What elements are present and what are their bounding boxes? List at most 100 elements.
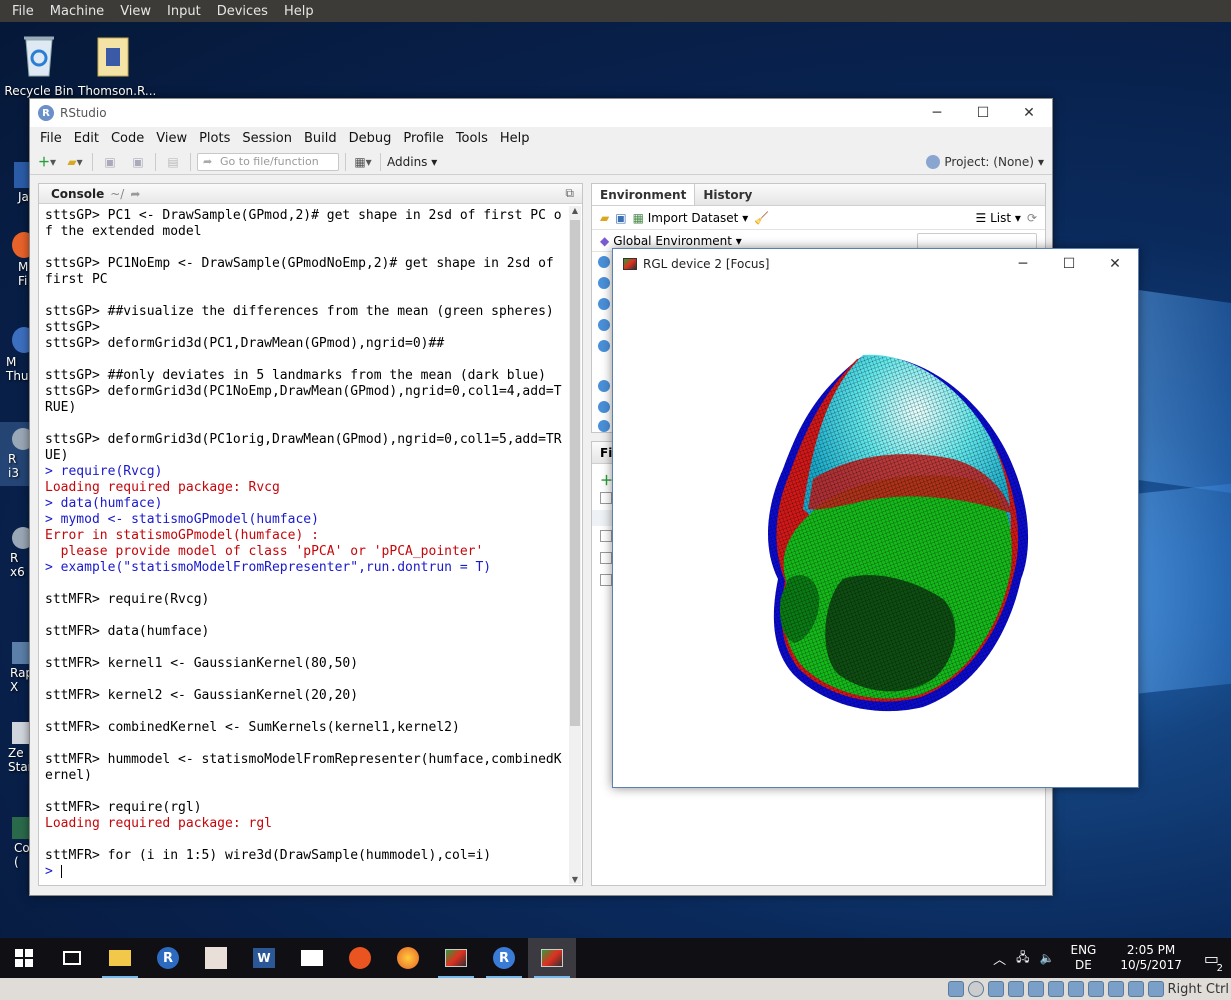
print-icon[interactable]: ▤	[162, 153, 184, 171]
optical-drive-icon[interactable]	[967, 981, 984, 997]
console-output[interactable]: sttsGP> PC1 <- DrawSample(GPmod,2)# get …	[45, 208, 567, 884]
global-environment-menu[interactable]: Global Environment ▾	[613, 234, 742, 248]
file-checkbox[interactable]	[600, 530, 612, 542]
action-center-button[interactable]: ▭ 2	[1196, 949, 1231, 974]
grid-layout-icon[interactable]: ▦▾	[352, 153, 374, 171]
network-icon[interactable]: 🖧	[1012, 948, 1033, 969]
taskbar-ubuntu[interactable]	[336, 938, 384, 978]
taskbar-file-explorer[interactable]	[96, 938, 144, 978]
expand-icon[interactable]	[598, 298, 610, 310]
expand-icon[interactable]	[598, 319, 610, 331]
goto-dir-icon[interactable]: ➦	[130, 187, 140, 201]
refresh-icon[interactable]: ⟳	[1027, 211, 1037, 225]
file-checkbox[interactable]	[600, 552, 612, 564]
hard-disk-icon[interactable]	[947, 981, 964, 997]
minimize-button[interactable]: ─	[1000, 250, 1046, 278]
menu-profile[interactable]: Profile	[397, 131, 449, 146]
import-dataset-button[interactable]: ▦ Import Dataset ▾	[633, 211, 749, 225]
scroll-thumb[interactable]	[570, 220, 580, 726]
open-file-icon[interactable]: ▰ ▾	[64, 153, 86, 171]
desktop-icon-partial[interactable]: Co (	[0, 817, 34, 869]
shared-folders-icon[interactable]	[1047, 981, 1064, 997]
taskbar-app[interactable]	[192, 938, 240, 978]
new-file-icon[interactable]: ＋ ▾	[36, 153, 58, 171]
video-capture-icon[interactable]	[1087, 981, 1104, 997]
environment-search-input[interactable]	[917, 232, 1037, 249]
vbox-menu-devices[interactable]: Devices	[209, 4, 276, 19]
load-workspace-icon[interactable]: ▰	[600, 211, 609, 225]
clock[interactable]: 2:05 PM 10/5/2017	[1106, 943, 1196, 973]
vbox-menu-help[interactable]: Help	[276, 4, 322, 19]
expand-icon[interactable]	[598, 340, 610, 352]
maximize-button[interactable]: ☐	[960, 99, 1006, 127]
tray-chevron-icon[interactable]: ︿	[987, 949, 1012, 968]
save-icon[interactable]: ▣	[99, 153, 121, 171]
taskbar-firefox[interactable]	[384, 938, 432, 978]
menu-plots[interactable]: Plots	[193, 131, 236, 146]
menu-file[interactable]: File	[34, 131, 68, 146]
taskbar-mail[interactable]	[288, 938, 336, 978]
language-indicator[interactable]: ENG DE	[1060, 943, 1106, 973]
expand-icon[interactable]	[598, 420, 610, 432]
volume-icon[interactable]: 🔈	[1034, 951, 1061, 965]
desktop-icon-partial[interactable]: Ja	[0, 162, 38, 204]
taskbar-rstudio[interactable]: R	[480, 938, 528, 978]
expand-icon[interactable]	[598, 401, 610, 413]
usb-icon[interactable]	[1027, 981, 1044, 997]
task-view-button[interactable]	[48, 938, 96, 978]
close-button[interactable]: ✕	[1006, 99, 1052, 127]
mouse-integration-icon[interactable]	[1127, 981, 1144, 997]
keyboard-capture-icon[interactable]	[1147, 981, 1164, 997]
minimize-button[interactable]: ─	[914, 99, 960, 127]
desktop-icon-partial[interactable]: R i3	[0, 422, 34, 486]
select-all-checkbox[interactable]	[600, 492, 612, 504]
menu-build[interactable]: Build	[298, 131, 343, 146]
audio-icon[interactable]	[987, 981, 1004, 997]
file-checkbox[interactable]	[600, 574, 612, 586]
desktop-icon-partial[interactable]: M Fi	[0, 232, 36, 288]
tab-history[interactable]: History	[695, 184, 760, 205]
menu-code[interactable]: Code	[105, 131, 150, 146]
taskbar-word[interactable]: W	[240, 938, 288, 978]
menu-view[interactable]: View	[150, 131, 193, 146]
save-workspace-icon[interactable]: ▣	[615, 211, 626, 225]
addins-menu[interactable]: Addins ▾	[387, 155, 437, 169]
rgl-titlebar[interactable]: RGL device 2 [Focus] ─ ☐ ✕	[613, 249, 1138, 279]
vbox-menu-file[interactable]: File	[4, 4, 42, 19]
tab-files[interactable]: Fi	[600, 446, 612, 460]
vbox-menu-machine[interactable]: Machine	[42, 4, 112, 19]
maximize-pane-icon[interactable]: ⧉	[565, 186, 574, 201]
desktop-icon-partial[interactable]: Ze Star	[0, 722, 34, 774]
virtualization-icon[interactable]	[1107, 981, 1124, 997]
menu-session[interactable]: Session	[236, 131, 298, 146]
desktop-icon-recycle-bin[interactable]: Recycle Bin	[4, 32, 74, 98]
list-view-menu[interactable]: ☰ List ▾	[976, 211, 1021, 225]
taskbar-r[interactable]: R	[144, 938, 192, 978]
scroll-down-icon[interactable]: ▼	[569, 875, 581, 884]
maximize-button[interactable]: ☐	[1046, 250, 1092, 278]
desktop-icon-partial[interactable]: R x6	[0, 527, 34, 579]
console-scrollbar[interactable]: ▲ ▼	[569, 206, 581, 884]
menu-edit[interactable]: Edit	[68, 131, 105, 146]
scroll-up-icon[interactable]: ▲	[569, 206, 581, 215]
network-icon[interactable]	[1007, 981, 1024, 997]
tab-environment[interactable]: Environment	[592, 184, 696, 205]
broom-icon[interactable]: 🧹	[754, 211, 769, 225]
close-button[interactable]: ✕	[1092, 250, 1138, 278]
start-button[interactable]	[0, 938, 48, 978]
expand-icon[interactable]	[598, 380, 610, 392]
vbox-menu-input[interactable]: Input	[159, 4, 209, 19]
save-all-icon[interactable]: ▣	[127, 153, 149, 171]
menu-help[interactable]: Help	[494, 131, 536, 146]
rstudio-titlebar[interactable]: R RStudio ─ ☐ ✕	[30, 99, 1052, 127]
desktop-icon-partial[interactable]: Rap X	[0, 642, 34, 694]
desktop-icon-partial[interactable]: M Thur	[0, 327, 36, 383]
display-icon[interactable]	[1067, 981, 1084, 997]
menu-tools[interactable]: Tools	[450, 131, 494, 146]
vbox-menu-view[interactable]: View	[112, 4, 159, 19]
goto-file-input[interactable]: Go to file/function	[197, 152, 339, 171]
menu-debug[interactable]: Debug	[343, 131, 398, 146]
desktop-icon-thomson[interactable]: Thomson.R...	[78, 32, 156, 98]
expand-icon[interactable]	[598, 256, 610, 268]
project-menu[interactable]: Project: (None) ▾	[926, 154, 1044, 169]
